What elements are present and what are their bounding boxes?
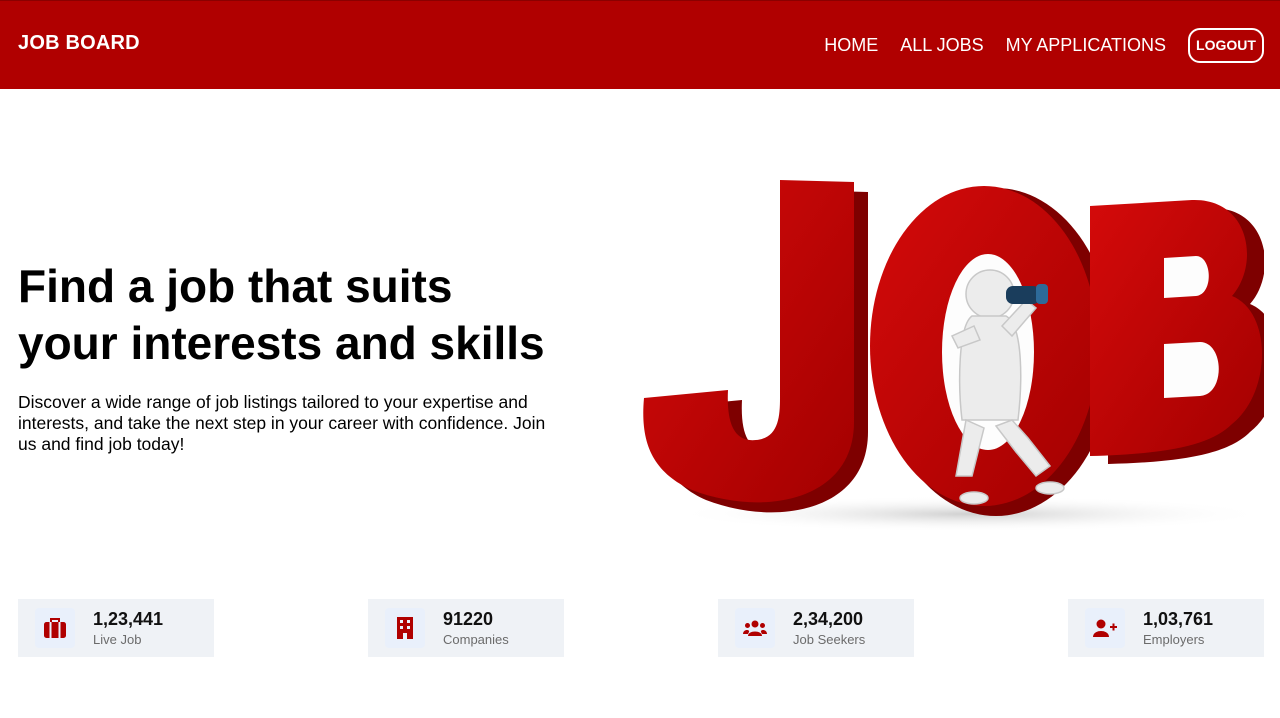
stat-value: 1,03,761	[1143, 608, 1214, 629]
stat-card-companies: 91220 Companies	[368, 599, 564, 657]
stat-label: Companies	[443, 631, 509, 647]
stat-card-employers: 1,03,761 Employers	[1068, 599, 1264, 657]
letter-b-shape	[1090, 199, 1262, 456]
nav-link-all-jobs[interactable]: ALL JOBS	[900, 35, 983, 56]
building-icon	[385, 608, 425, 648]
stat-label: Employers	[1143, 631, 1205, 647]
briefcase-icon	[35, 608, 75, 648]
stat-card-live-jobs: 1,23,441 Live Job	[18, 599, 214, 657]
nav-link-my-applications[interactable]: MY APPLICATIONS	[1006, 35, 1166, 56]
hero-description: Discover a wide range of job listings ta…	[18, 392, 546, 454]
users-icon	[735, 608, 775, 648]
hero-title: Find a job that suits your interests and…	[18, 258, 578, 372]
stat-value: 91220	[443, 608, 494, 629]
navbar: JOB BOARD HOME ALL JOBS MY APPLICATIONS …	[0, 0, 1280, 89]
letter-j-shape	[643, 180, 854, 503]
nav-links: HOME ALL JOBS MY APPLICATIONS LOGOUT	[824, 27, 1264, 63]
selected-text: 1,23,441	[93, 608, 164, 629]
stat-value: 2,34,200	[793, 608, 864, 629]
stat-label: Live Job	[93, 631, 142, 647]
hero-image	[640, 176, 1280, 536]
stat-value: 1,23,441	[93, 608, 163, 630]
brand-logo[interactable]: JOB BOARD	[18, 32, 140, 55]
logout-button[interactable]: LOGOUT	[1188, 27, 1264, 63]
nav-link-home[interactable]: HOME	[824, 35, 878, 56]
stat-label: Job Seekers	[793, 631, 866, 647]
hero-title-line-1: Find a job that suits	[18, 260, 453, 312]
binoculars-icon	[1006, 284, 1048, 304]
hero-title-line-2: your interests and skills	[18, 317, 545, 369]
stat-card-job-seekers: 2,34,200 Job Seekers	[718, 599, 914, 657]
user-plus-icon	[1085, 608, 1125, 648]
